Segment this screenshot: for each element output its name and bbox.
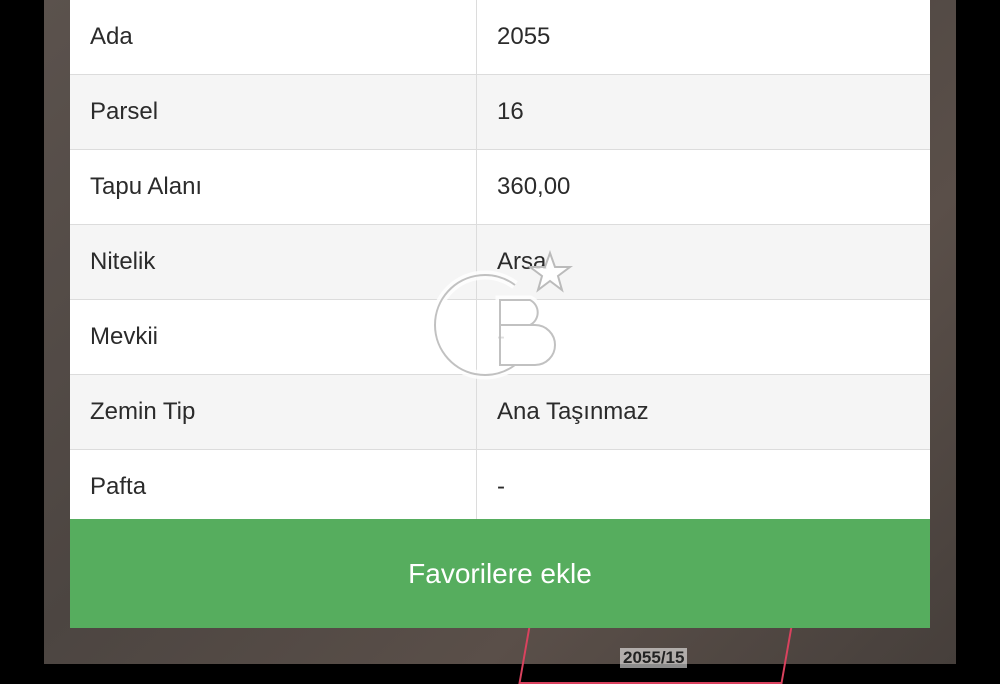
row-key: Mevkii [70,299,477,375]
row-key: Nitelik [70,224,477,300]
parcel-label: 2055/15 [620,648,688,668]
table-row: Pafta - [70,449,930,524]
row-key: Ada [70,0,477,75]
row-value: - [476,299,930,375]
table-row: Zemin Tip Ana Taşınmaz [70,374,930,450]
row-value: - [497,473,505,500]
row-key: Tapu Alanı [70,149,477,225]
row-value: Arsa [476,224,930,300]
row-value: Ana Taşınmaz [476,374,930,450]
row-value: 16 [476,74,930,150]
table-row: Tapu Alanı 360,00 [70,149,930,225]
add-to-favorites-label: Favorilere ekle [408,557,592,589]
row-key: Zemin Tip [70,374,477,450]
row-key: Pafta [70,449,477,524]
parcel-info-table: Ada 2055 Parsel 16 Tapu Alanı 360,00 Nit… [70,0,930,524]
row-value: 2055 [476,0,930,75]
table-row: Parsel 16 [70,74,930,150]
row-key: Parsel [70,74,477,150]
row-value: 360,00 [476,149,930,225]
table-row: Ada 2055 [70,0,930,75]
table-row: Nitelik Arsa [70,224,930,300]
add-to-favorites-button[interactable]: Favorilere ekle [70,519,930,628]
parcel-info-panel: Ada 2055 Parsel 16 Tapu Alanı 360,00 Nit… [70,0,930,628]
table-row: Mevkii - [70,299,930,375]
